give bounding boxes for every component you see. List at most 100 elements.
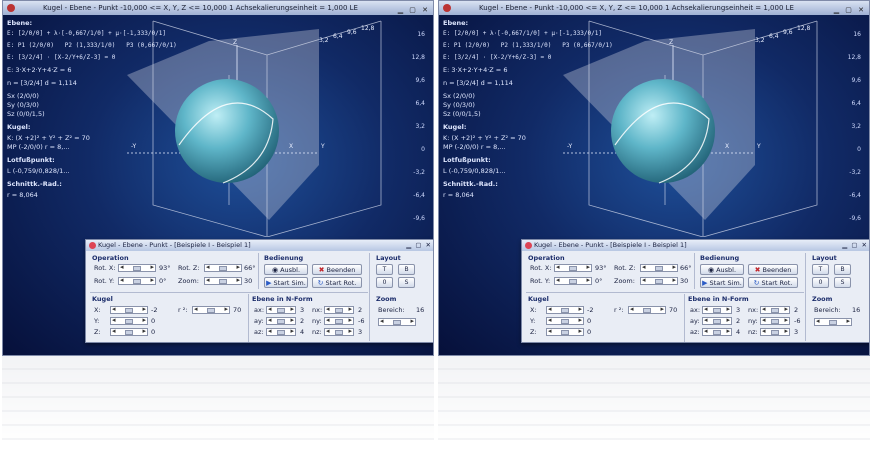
- zoom-stepper[interactable]: [204, 276, 242, 285]
- top-scale-label: 12,8: [361, 25, 375, 32]
- layout-button-t[interactable]: T: [812, 264, 829, 275]
- ebene-a-stepper[interactable]: [702, 327, 732, 336]
- ebene-n-stepper[interactable]: [324, 316, 354, 325]
- layout-button-0[interactable]: 0: [812, 277, 829, 288]
- layout-button-s[interactable]: S: [834, 277, 851, 288]
- eye-icon: ◉: [271, 266, 279, 274]
- 3d-scene[interactable]: -Y Y X Z 3,2 6,4 9,6 12,8 16 12,8 9,6 6,4 3,2 0 -…: [555, 15, 865, 238]
- axis-label-z: Z: [669, 39, 674, 46]
- title-bar: Kugel - Ebene - Punkt -10,000 <= X, Y, Z…: [439, 1, 869, 15]
- roty-label: Rot. Y:: [94, 277, 115, 285]
- kugel-heading: Kugel:: [443, 123, 467, 131]
- ebene-n-stepper[interactable]: [760, 305, 790, 314]
- right-scale-label: 16: [853, 31, 861, 38]
- layout-button-0[interactable]: 0: [376, 277, 393, 288]
- kugel-equation: K: (X +2)² + Y² + Z² = 70: [7, 134, 90, 142]
- rotx-stepper[interactable]: [554, 263, 592, 272]
- kugel-y-value: 0: [587, 317, 592, 325]
- top-scale-label: 12,8: [797, 25, 811, 32]
- bereich-stepper[interactable]: [378, 317, 416, 326]
- start-rot-button[interactable]: ↻ Start Rot.: [312, 277, 362, 288]
- ebene-a-stepper[interactable]: [266, 316, 296, 325]
- ebene-a-stepper[interactable]: [702, 305, 732, 314]
- dialog-window-controls[interactable]: ▁ ▢ ✕: [842, 240, 868, 251]
- ebene-heading: Ebene:: [443, 19, 469, 27]
- normal-vector: n = [3/2/4] d = 1,114: [7, 79, 77, 87]
- right-scale-label: 3,2: [415, 123, 425, 130]
- top-scale-label: 3,2: [755, 37, 765, 44]
- window-controls[interactable]: ▁ ▢ ✕: [398, 3, 430, 15]
- divider: [526, 292, 804, 293]
- kugel-z-label: Z:: [530, 328, 537, 336]
- ebene-n-stepper[interactable]: [760, 327, 790, 336]
- dialog-window-controls[interactable]: ▁ ▢ ✕: [406, 240, 432, 251]
- rotx-stepper[interactable]: [118, 263, 156, 272]
- layout-button-b[interactable]: B: [398, 264, 415, 275]
- kugel-x-stepper[interactable]: [110, 305, 148, 314]
- ebene-a-value: 4: [300, 328, 305, 336]
- rotz-stepper[interactable]: [204, 263, 242, 272]
- rotx-value: 93°: [159, 264, 171, 272]
- ebene-n-label: ny:: [312, 317, 322, 325]
- layout-button-b[interactable]: B: [834, 264, 851, 275]
- kugel-midpoint: MP (-2/0/0) r = 8,...: [443, 143, 506, 151]
- zoom-stepper[interactable]: [640, 276, 678, 285]
- control-dialog: Kugel - Ebene - Punkt - [Beispiele I - B…: [85, 239, 433, 343]
- control-dialog: Kugel - Ebene - Punkt - [Beispiele I - B…: [521, 239, 869, 343]
- kugel-x-stepper[interactable]: [546, 305, 584, 314]
- kugel-z-stepper[interactable]: [110, 327, 148, 336]
- bereich-stepper[interactable]: [814, 317, 852, 326]
- rotate-icon: ↻: [753, 279, 760, 287]
- right-scale-label: 0: [857, 146, 861, 153]
- 3d-scene[interactable]: -Y Y X Z 3,2 6,4 9,6 12,8 16 12,8 9,6 6,4 3,2 0 -…: [119, 15, 429, 238]
- schnitt-value: r = 8,064: [443, 191, 474, 199]
- start-rot-button[interactable]: ↻ Start Rot.: [748, 277, 798, 288]
- ebene-n-stepper[interactable]: [324, 305, 354, 314]
- start-sim-button[interactable]: ▶ Start Sim.: [264, 277, 308, 288]
- play-icon: ▶: [702, 279, 708, 287]
- start-sim-button[interactable]: ▶ Start Sim.: [700, 277, 744, 288]
- ebene-a-value: 4: [736, 328, 741, 336]
- window-title: Kugel - Ebene - Punkt -10,000 <= X, Y, Z…: [43, 4, 358, 12]
- layout-button-s[interactable]: S: [398, 277, 415, 288]
- window-controls[interactable]: ▁ ▢ ✕: [834, 3, 866, 15]
- kugel-y-stepper[interactable]: [110, 316, 148, 325]
- right-scale-label: 0: [421, 146, 425, 153]
- ebene-n-stepper[interactable]: [760, 316, 790, 325]
- ebene-a-stepper[interactable]: [266, 327, 296, 336]
- ebene-a-value: 2: [300, 317, 305, 325]
- ebene-n-value: 3: [794, 328, 799, 336]
- roty-stepper[interactable]: [118, 276, 156, 285]
- divider: [684, 294, 685, 342]
- layout-button-t[interactable]: T: [376, 264, 393, 275]
- right-scale-label: 16: [417, 31, 425, 38]
- scene-canvas: [563, 20, 818, 238]
- zoom-label: Zoom:: [614, 277, 635, 285]
- sy-point: Sy (0/3/0): [7, 101, 39, 109]
- kugel-y-stepper[interactable]: [546, 316, 584, 325]
- kugel-r2-stepper[interactable]: [192, 305, 230, 314]
- kugel-z-stepper[interactable]: [546, 327, 584, 336]
- ebene-n-label: nz:: [312, 328, 322, 336]
- beenden-button[interactable]: ✖ Beenden: [748, 264, 798, 275]
- beenden-button[interactable]: ✖ Beenden: [312, 264, 362, 275]
- axis-label-y: Y: [321, 143, 325, 150]
- rotx-label: Rot. X:: [530, 264, 552, 272]
- sy-point: Sy (0/3/0): [443, 101, 475, 109]
- kugel-x-value: -2: [151, 306, 158, 314]
- ebene-a-label: ay:: [690, 317, 700, 325]
- ausbl-button[interactable]: ◉ Ausbl.: [700, 264, 744, 275]
- screenshot-right: Kugel - Ebene - Punkt -10,000 <= X, Y, Z…: [438, 0, 870, 360]
- kugel-r2-stepper[interactable]: [628, 305, 666, 314]
- ebene-coord: E: 3·X+2·Y+4·Z = 6: [7, 66, 72, 74]
- title-bar: Kugel - Ebene - Punkt -10,000 <= X, Y, Z…: [3, 1, 433, 15]
- operation-heading: Operation: [528, 254, 565, 262]
- ebene-a-stepper[interactable]: [702, 316, 732, 325]
- ebene-a-stepper[interactable]: [266, 305, 296, 314]
- kugel-z-value: 0: [151, 328, 156, 336]
- ausbl-button[interactable]: ◉ Ausbl.: [264, 264, 308, 275]
- kugel-z-value: 0: [587, 328, 592, 336]
- ebene-n-stepper[interactable]: [324, 327, 354, 336]
- rotz-stepper[interactable]: [640, 263, 678, 272]
- roty-stepper[interactable]: [554, 276, 592, 285]
